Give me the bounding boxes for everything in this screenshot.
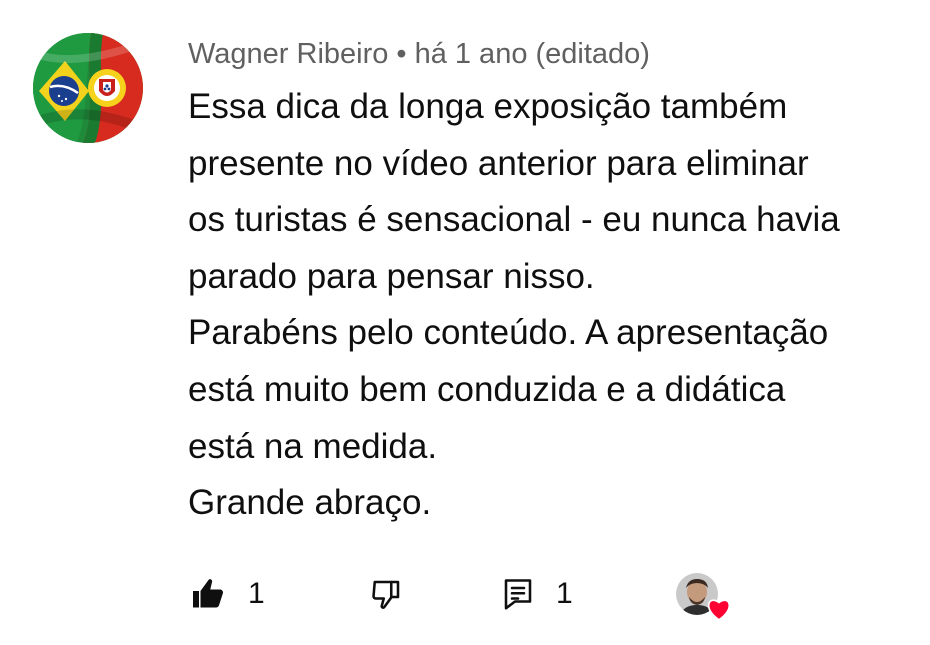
creator-heart-icon [707,599,731,621]
comment-line: Essa dica da longa exposição também [188,87,788,126]
comment-line: Parabéns pelo conteúdo. A apresentação [188,313,829,353]
comment-icon [504,579,532,610]
separator-dot: • [396,38,407,70]
comment-header: Wagner Ribeiro • há 1 ano (editado) [188,34,650,74]
reply-button[interactable] [500,574,536,614]
reply-count: 1 [556,577,573,610]
comment-line: está muito bem conduzida e a didática [188,369,786,409]
comment-line: os turistas é sensacional - eu nunca hav… [188,200,840,240]
dislike-button[interactable] [368,574,404,614]
comment-line: está na medida. [188,426,438,466]
thumbs-up-filled-icon [193,579,223,608]
thumbs-down-outline-icon [372,580,400,609]
comment-line: parado para pensar nisso. [188,256,595,296]
like-button[interactable] [190,574,226,614]
comment-line: presente no vídeo anterior para eliminar [188,143,809,183]
like-count: 1 [248,577,265,610]
avatar[interactable] [33,33,143,143]
flags-avatar-icon [33,33,143,143]
author-name[interactable]: Wagner Ribeiro [188,38,388,70]
creator-heart-badge[interactable] [676,573,732,625]
comment-timestamp[interactable]: há 1 ano (editado) [415,38,650,70]
comment-line: Grande abraço. [188,483,432,523]
comment-text: Essa dica da longa exposição também pres… [188,79,918,532]
